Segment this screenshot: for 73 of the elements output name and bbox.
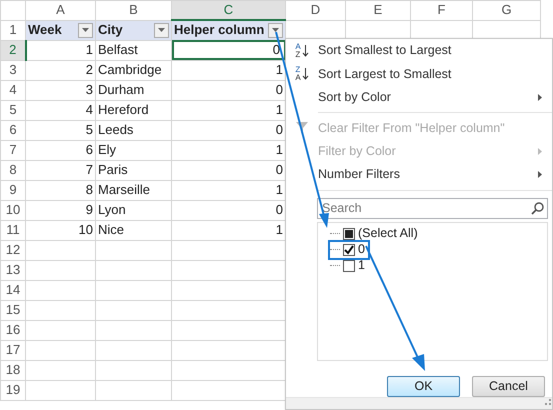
row-header[interactable]: 16 — [0, 320, 26, 340]
checkbox-item[interactable]: 1 — [330, 258, 368, 274]
column-header[interactable]: B — [96, 0, 172, 20]
table-cell: Belfast — [96, 40, 172, 60]
row-header[interactable]: 2 — [0, 40, 26, 60]
menu-item[interactable]: Z A Sort Largest to Smallest — [286, 62, 552, 86]
menu-item[interactable]: A Z Sort Smallest to Largest — [286, 39, 552, 62]
row-header[interactable]: 18 — [0, 360, 26, 380]
row-header[interactable]: 14 — [0, 280, 26, 300]
column-header[interactable]: D — [286, 0, 346, 20]
menu-item[interactable]: Number Filters — [286, 163, 552, 187]
table-cell: 5 — [26, 120, 96, 140]
header-cell: Helper column — [174, 21, 264, 39]
caret-icon — [158, 28, 165, 32]
row-header[interactable]: 10 — [0, 200, 26, 220]
filter-dropdown-button[interactable] — [154, 22, 169, 38]
row-header[interactable]: 19 — [0, 380, 26, 400]
table-cell: 3 — [26, 80, 96, 100]
row-header[interactable]: 1 — [0, 20, 26, 40]
row-header[interactable]: 9 — [0, 180, 26, 200]
header-cell: City — [98, 21, 123, 39]
row-header[interactable]: 8 — [0, 160, 26, 180]
row-header[interactable]: 4 — [0, 80, 26, 100]
row-header[interactable]: 3 — [0, 60, 26, 80]
column-header[interactable]: A — [26, 0, 96, 20]
caret-icon — [82, 28, 89, 32]
column-header[interactable]: F — [410, 0, 472, 20]
filter-dropdown-button[interactable] — [78, 22, 93, 38]
table-cell: Ely — [96, 140, 172, 160]
table-cell: Leeds — [96, 120, 172, 140]
table-cell: Hereford — [96, 100, 172, 120]
filter-dropdown-button[interactable] — [268, 22, 283, 38]
row-header[interactable]: 17 — [0, 340, 26, 360]
checkbox-item[interactable]: (Select All) — [330, 226, 421, 242]
column-header[interactable]: G — [472, 0, 540, 20]
table-cell: Cambridge — [96, 60, 172, 80]
row-header[interactable]: 13 — [0, 260, 26, 280]
table-cell: 0 — [172, 40, 286, 60]
cancel-button[interactable]: Cancel — [472, 376, 545, 398]
table-cell: 6 — [26, 140, 96, 160]
table-cell: Durham — [96, 80, 172, 100]
table-cell: Paris — [96, 160, 172, 180]
checkbox-item[interactable]: 0 — [330, 242, 368, 258]
checkbox[interactable] — [343, 244, 355, 256]
table-cell: 4 — [26, 100, 96, 120]
header-cell: Week — [28, 21, 62, 39]
table-cell: 1 — [26, 40, 96, 60]
checkbox[interactable] — [343, 260, 355, 272]
row-header[interactable]: 6 — [0, 120, 26, 140]
row-header[interactable]: 15 — [0, 300, 26, 320]
caret-icon — [272, 28, 279, 32]
checkbox-label: 1 — [358, 257, 365, 274]
column-header[interactable]: C — [172, 0, 286, 20]
search-icon — [531, 202, 544, 215]
menu-item[interactable]: Sort by Color — [286, 86, 552, 110]
checkbox-label: 0 — [358, 241, 365, 258]
table-cell: Lyon — [96, 200, 172, 220]
table-cell: 2 — [26, 60, 96, 80]
table-cell: 7 — [26, 160, 96, 180]
row-header[interactable]: 11 — [0, 220, 26, 240]
row-header[interactable]: 7 — [0, 140, 26, 160]
ok-button[interactable]: OK — [387, 376, 460, 398]
row-header[interactable]: 12 — [0, 240, 26, 260]
table-cell: 9 — [26, 200, 96, 220]
row-header[interactable]: 5 — [0, 100, 26, 120]
checkbox[interactable] — [343, 228, 355, 240]
table-cell: Nice — [96, 220, 172, 240]
table-cell: 10 — [26, 220, 96, 240]
checkbox-label: (Select All) — [358, 225, 418, 242]
column-header[interactable]: E — [346, 0, 410, 20]
table-cell: 8 — [26, 180, 96, 200]
search-field[interactable]: Search — [317, 198, 548, 219]
table-cell: Marseille — [96, 180, 172, 200]
